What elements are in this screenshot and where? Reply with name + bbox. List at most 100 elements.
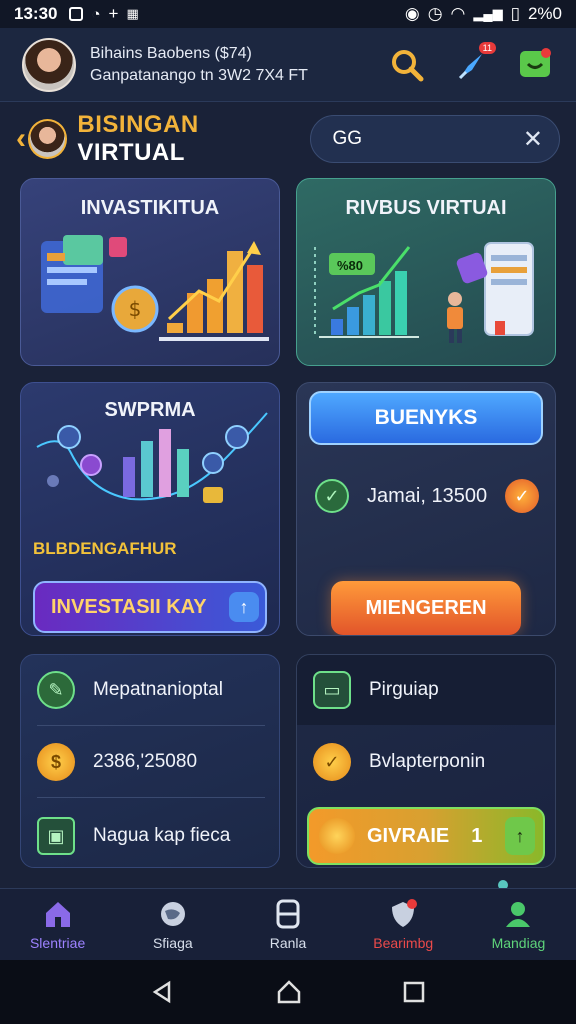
signal-icon: ▂▄▆ (473, 6, 503, 21)
investment-card[interactable]: INVASTIKITUA $ (20, 178, 280, 366)
virtual-business-card-title: RIVBUS VIRTUAI (345, 197, 507, 219)
give-button[interactable]: GIVRAIE 1 ↑ (307, 807, 545, 865)
nav-robot[interactable]: Ranla (230, 889, 345, 960)
dollar-coin-icon: $ (37, 743, 75, 781)
back-icon[interactable] (151, 980, 175, 1004)
nav-users-label: Mandiag (491, 934, 546, 951)
give-button-count: 1 (471, 824, 483, 847)
buy-card: BUENYKS ✓ Jamai, 13500 ✓ MIENGEREN (296, 382, 556, 636)
coin-stack-icon (319, 818, 355, 854)
invest-button[interactable]: INVESTASII KAY ↑ (33, 581, 267, 633)
virtual-business-card[interactable]: RIVBUS VIRTUAI %80 (296, 178, 556, 366)
program-promo-text: BLBDENGAFHUR (33, 539, 177, 558)
nav-home-label: Slentriae (29, 934, 86, 951)
page-avatar (28, 119, 68, 159)
tag-icon: ✎ (37, 671, 75, 709)
clear-search-icon[interactable]: ✕ (523, 125, 543, 154)
nav-users[interactable]: Mandiag (461, 889, 576, 960)
wifi-icon: ◠ (450, 4, 466, 23)
notification-button[interactable]: 11 (452, 41, 496, 84)
nav-shield-label: Bearimbg (373, 934, 434, 951)
divider (37, 797, 265, 798)
app-header: Bihains Baobens ($74) Ganpatanango tn 3W… (0, 28, 576, 102)
info-card: ✎ Mepatnanioptal $ 2386,'25080 ▣ Nagua k… (20, 654, 280, 868)
win-button[interactable]: MIENGEREN (331, 581, 521, 635)
gallery-icon: ▦ (126, 6, 139, 21)
amount-row: ✓ Jamai, 13500 ✓ (315, 479, 539, 513)
alarm-icon: ◉ (404, 4, 420, 23)
give-button-label: GIVRAIE (367, 824, 450, 847)
home-icon (45, 901, 70, 927)
alarm-clock-icon: ◷ (427, 4, 443, 23)
battery-icon: ▯ (510, 4, 520, 23)
app-notification-icon (69, 7, 84, 21)
nav-home[interactable]: Slentriae (0, 889, 115, 960)
clock-icon: ◔ (91, 5, 101, 23)
nav-shield[interactable]: Bearimbg (346, 889, 461, 960)
reward-row-1-label: Pirguiap (369, 679, 439, 700)
user-subtitle: Ganpatanango tn 3W2 7X4 FT (90, 66, 308, 84)
divider (37, 725, 265, 726)
info-row-1-label: Mepatnanioptal (93, 679, 223, 700)
back-chevron-icon[interactable]: ‹ (16, 122, 26, 156)
messages-button[interactable] (516, 46, 554, 84)
nav-robot-label: Ranla (269, 934, 307, 951)
chat-icon: ▭ (313, 671, 351, 709)
reward-card: ▭ Pirguiap ✓ Bvlapterponin GIVRAIE 1 ↑ (296, 654, 556, 868)
check-icon: ✓ (315, 479, 349, 513)
recents-icon[interactable] (403, 981, 425, 1003)
shield-icon (392, 898, 418, 927)
user-group-icon (506, 901, 531, 927)
header-actions: 11 (388, 41, 554, 84)
status-notification-icons: ◔ + ▦ (69, 4, 139, 24)
check-orange-icon: ✓ (505, 479, 539, 513)
program-card: SWPRMA BLBDENGAFHUR INVESTASII KAY ↑ (20, 382, 280, 636)
nav-map[interactable]: Sfiaga (115, 889, 230, 960)
info-row-1[interactable]: ✎ Mepatnanioptal (37, 671, 223, 709)
page-title-part-1: BISINGAN (77, 111, 199, 138)
plus-icon: + (108, 4, 119, 23)
status-time: 13:30 (14, 4, 58, 23)
status-bar: 13:30 ◔ + ▦ ◉ ◷ ◠ ▂▄▆ ▯ 2%0 (0, 0, 576, 28)
svg-text:$: $ (129, 297, 142, 321)
arrow-up-icon: ↑ (229, 592, 259, 622)
buy-button[interactable]: BUENYKS (309, 391, 543, 445)
invest-button-label: INVESTASII KAY (51, 595, 207, 618)
investment-card-title: INVASTIKITUA (80, 197, 220, 219)
bottom-nav: Slentriae Sfiaga Ranla Bearimbg Mandiag (0, 888, 576, 960)
badge-check-icon: ✓ (313, 743, 351, 781)
battery-level: 2%0 (527, 4, 562, 23)
reward-row-2[interactable]: ✓ Bvlapterponin (313, 743, 485, 781)
amount-value: Jamai, 13500 (367, 484, 488, 507)
robot-icon (276, 899, 300, 928)
arrow-up-icon: ↑ (505, 817, 535, 855)
info-row-2-value: 2386,'25080 (93, 751, 198, 772)
search-button[interactable] (388, 46, 426, 84)
info-row-3[interactable]: ▣ Nagua kap fieca (37, 817, 230, 855)
virtual-business-chart-label: %80 (337, 258, 364, 273)
search-icon (392, 49, 424, 81)
home-button-icon[interactable] (276, 979, 302, 1005)
map-icon (160, 901, 185, 926)
user-name: Bihains Baobens ($74) (90, 44, 252, 62)
search-box[interactable]: ✕ (309, 115, 560, 163)
investment-illustration: $ (41, 235, 269, 341)
reward-row-1[interactable]: ▭ Pirguiap (313, 671, 439, 709)
avatar[interactable] (22, 37, 76, 92)
info-row-2[interactable]: $ 2386,'25080 (37, 743, 197, 781)
wallet-icon: ▣ (37, 817, 75, 855)
page-title: BISINGAN VIRTUAL (77, 111, 309, 167)
system-nav-bar (0, 960, 576, 1024)
status-system-icons: ◉ ◷ ◠ ▂▄▆ ▯ 2%0 (405, 4, 562, 24)
virtual-business-illustration (314, 242, 534, 343)
search-input[interactable] (332, 128, 523, 150)
network-chart-illustration (36, 412, 268, 503)
notification-badge: 11 (478, 41, 496, 54)
user-info: Bihains Baobens ($74) Ganpatanango tn 3W… (90, 43, 308, 87)
page-header: ‹ BISINGAN VIRTUAL ✕ (0, 102, 576, 176)
page-title-part-2: VIRTUAL (77, 139, 185, 166)
info-row-3-label: Nagua kap fieca (93, 825, 231, 846)
reward-row-2-label: Bvlapterponin (369, 751, 486, 772)
chat-smile-icon (520, 47, 551, 77)
nav-map-label: Sfiaga (152, 934, 193, 951)
